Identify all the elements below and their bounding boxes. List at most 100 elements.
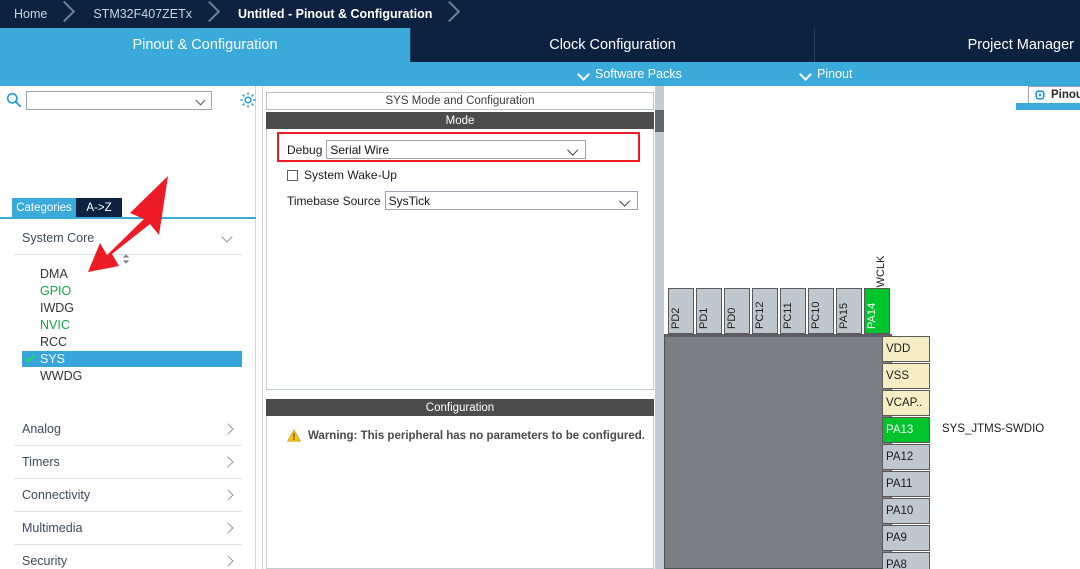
chevron-down-icon (621, 197, 631, 207)
pin-pa8[interactable]: PA8 (882, 552, 930, 569)
breadcrumb-label: Home (14, 7, 48, 21)
wakeup-field-row[interactable]: System Wake-Up (287, 168, 397, 182)
pin-pa13[interactable]: PA13 (882, 417, 930, 443)
peripheral-item-dma[interactable]: DMA (22, 266, 242, 282)
gear-icon[interactable] (239, 91, 257, 109)
breadcrumb-separator-icon (198, 0, 224, 28)
tab-clock-configuration[interactable]: Clock Configuration (410, 28, 814, 62)
check-icon (25, 353, 36, 364)
group-label: Analog (22, 421, 61, 436)
pin-pa12[interactable]: PA12 (882, 444, 930, 470)
tab-project-manager[interactable]: Project Manager (814, 28, 1080, 62)
pin-signal-label-pa13: SYS_JTMS-SWDIO (942, 423, 1044, 435)
stm32cubemx-window: Home STM32F407ZETx Untitled - Pinout & C… (0, 0, 1080, 569)
subtab-software-packs[interactable]: Software Packs (578, 62, 682, 86)
pin-pa10[interactable]: PA10 (882, 498, 930, 524)
sidebar-group-connectivity[interactable]: Connectivity (14, 478, 242, 512)
pin-label: PA13 (886, 424, 914, 436)
pin-pc11[interactable]: PC11 (780, 288, 806, 334)
sidebar-view-tabs: Categories A->Z (0, 198, 256, 219)
splitter-handle[interactable] (655, 110, 664, 132)
search-input[interactable] (27, 91, 199, 109)
timebase-value: SysTick (388, 193, 431, 208)
list-scroll-spinner[interactable] (120, 252, 132, 264)
peripheral-item-iwdg[interactable]: IWDG (22, 300, 242, 316)
system-wakeup-checkbox[interactable] (287, 169, 298, 181)
peripheral-item-rcc[interactable]: RCC (22, 334, 242, 350)
peripheral-item-gpio[interactable]: GPIO (22, 283, 242, 299)
tab-label: Clock Configuration (549, 37, 676, 53)
pinout-canvas[interactable]: SYS_JTCK-SWCLK PD2 PD1 PD0 PC12 PC11 PC1… (664, 86, 1080, 569)
configuration-section-header: Configuration (266, 399, 654, 416)
sidebar-group-multimedia[interactable]: Multimedia (14, 511, 242, 545)
search-icon (4, 86, 26, 114)
breadcrumb-separator-icon (53, 0, 79, 28)
pin-pa15[interactable]: PA15 (836, 288, 862, 334)
chevron-right-icon (222, 489, 234, 501)
breadcrumb-item-home[interactable]: Home (0, 0, 53, 28)
group-label: System Core (22, 230, 95, 245)
pin-vss[interactable]: VSS (882, 363, 930, 389)
sidebar-group-timers[interactable]: Timers (14, 445, 242, 479)
pin-pc12[interactable]: PC12 (752, 288, 778, 334)
peripheral-item-sys[interactable]: SYS (22, 351, 242, 367)
chevron-down-icon (578, 69, 589, 80)
tab-pinout-configuration[interactable]: Pinout & Configuration (0, 28, 410, 62)
sys-configuration-panel: SYS Mode and Configuration Mode Debug Se… (262, 86, 654, 569)
group-label: Connectivity (22, 487, 91, 502)
debug-select[interactable]: Serial Wire (326, 140, 587, 159)
chevron-down-icon[interactable] (197, 97, 206, 106)
chip-body (664, 334, 892, 569)
pin-pc10[interactable]: PC10 (808, 288, 834, 334)
tab-label: A->Z (86, 201, 112, 214)
section-header-label: Configuration (425, 401, 495, 414)
group-label: Security (22, 553, 68, 568)
pin-pa14[interactable]: PA14 (864, 288, 890, 334)
pinout-tab-strip (1016, 103, 1080, 110)
pin-label: PA10 (886, 505, 914, 517)
pinout-view[interactable]: SYS_JTCK-SWCLK PD2 PD1 PD0 PC12 PC11 PC1… (655, 86, 1080, 569)
sidebar-group-system-core[interactable]: System Core (14, 221, 242, 255)
configuration-section-body: Warning: This peripheral has no paramete… (266, 416, 654, 569)
subtab-label: Pinout (817, 67, 853, 81)
pin-pa9[interactable]: PA9 (882, 525, 930, 551)
sidebar-tab-a-to-z[interactable]: A->Z (76, 198, 122, 217)
sidebar-tab-categories[interactable]: Categories (12, 198, 76, 217)
pin-pd2[interactable]: PD2 (668, 288, 694, 334)
pin-label: PA9 (886, 532, 907, 544)
warning-text: Warning: This peripheral has no paramete… (308, 429, 645, 442)
peripheral-label: IWDG (40, 301, 75, 315)
breadcrumb-separator-icon (438, 0, 464, 28)
pin-label: VDD (886, 343, 911, 355)
breadcrumb-item-current[interactable]: Untitled - Pinout & Configuration (224, 0, 438, 28)
peripheral-label: RCC (40, 335, 68, 349)
peripheral-label: DMA (40, 267, 68, 281)
peripheral-item-wwdg[interactable]: WWDG (22, 368, 242, 384)
pinout-tab[interactable]: Pinout (1028, 86, 1080, 103)
signal-text: SYS_JTMS-SWDIO (942, 423, 1045, 435)
peripheral-item-nvic[interactable]: NVIC (22, 317, 242, 333)
timebase-field-row: Timebase Source SysTick (287, 191, 638, 210)
categories-sidebar: Categories A->Z System Core DMA GPIO IWD… (0, 86, 256, 569)
sidebar-group-analog[interactable]: Analog (14, 412, 242, 446)
timebase-select[interactable]: SysTick (384, 191, 638, 210)
pin-pd1[interactable]: PD1 (696, 288, 722, 334)
tab-label: Pinout & Configuration (132, 37, 278, 53)
pin-pa11[interactable]: PA11 (882, 471, 930, 497)
group-label: Multimedia (22, 520, 83, 535)
chevron-right-icon (222, 555, 234, 567)
breadcrumb: Home STM32F407ZETx Untitled - Pinout & C… (0, 0, 1080, 28)
pin-label: PD2 (670, 307, 682, 329)
sub-tab-bar: Software Packs Pinout (0, 62, 1080, 86)
section-header-label: Mode (445, 114, 475, 127)
subtab-pinout[interactable]: Pinout (800, 62, 852, 86)
search-combo[interactable] (26, 90, 212, 110)
pin-vcap[interactable]: VCAP.. (882, 390, 930, 416)
pin-label: VCAP.. (886, 397, 923, 409)
breadcrumb-item-mcu[interactable]: STM32F407ZETx (79, 0, 198, 28)
sidebar-group-security[interactable]: Security (14, 544, 242, 569)
pin-vdd[interactable]: VDD (882, 336, 930, 362)
debug-value: Serial Wire (330, 142, 390, 157)
pin-pd0[interactable]: PD0 (724, 288, 750, 334)
subtab-label: Software Packs (595, 67, 682, 81)
